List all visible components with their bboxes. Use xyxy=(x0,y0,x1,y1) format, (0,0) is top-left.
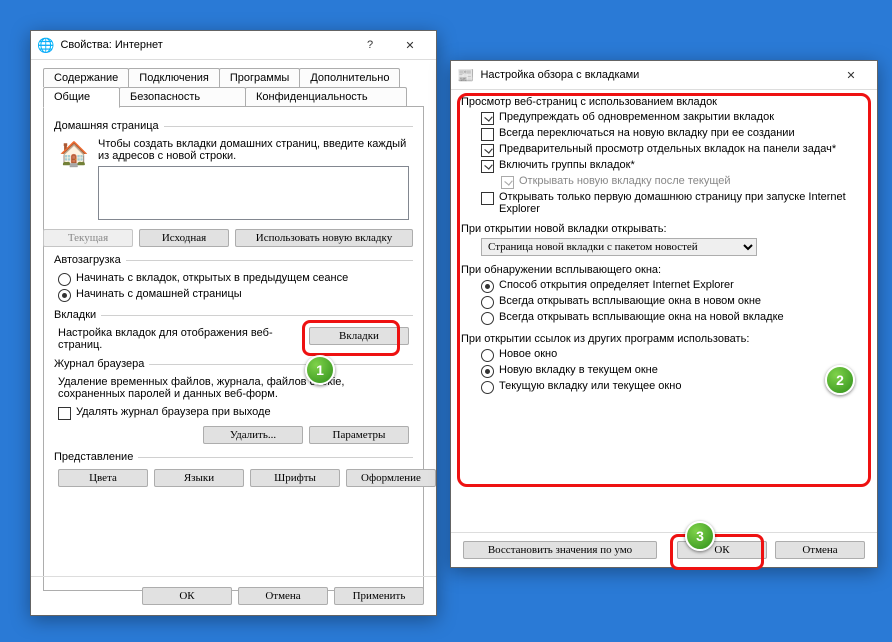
tab-general[interactable]: Общие xyxy=(43,87,120,108)
history-desc: Удаление временных файлов, журнала, файл… xyxy=(58,376,409,400)
radio-links-newwin[interactable]: Новое окно xyxy=(481,348,867,362)
btn-history-params[interactable]: Параметры xyxy=(309,426,409,444)
annotation-marker-1: 1 xyxy=(305,355,335,385)
btn-default-page[interactable]: Исходная xyxy=(139,229,229,247)
radio-popup-ie[interactable]: Способ открытия определяет Internet Expl… xyxy=(481,279,867,293)
radio-links-curwin[interactable]: Текущую вкладку или текущее окно xyxy=(481,380,867,394)
home-icon: 🏠 xyxy=(58,138,90,170)
tab-privacy[interactable]: Конфиденциальность xyxy=(245,87,407,107)
tab-content[interactable]: Содержание xyxy=(43,68,129,87)
tab-advanced[interactable]: Дополнительно xyxy=(299,68,400,87)
btn-colors[interactable]: Цвета xyxy=(58,469,148,487)
internet-properties-window: 🌐 Свойства: Интернет ? ✕ Содержание Подк… xyxy=(30,30,437,616)
tabs-icon: 📰 xyxy=(457,67,474,84)
btn-restore-defaults[interactable]: Восстановить значения по умо xyxy=(463,541,657,559)
btn-current-page: Текущая xyxy=(43,229,133,247)
heading-browsing: Просмотр веб-страниц с использованием вк… xyxy=(461,96,867,108)
btn-cancel[interactable]: Отмена xyxy=(238,587,328,605)
chk-warn-close[interactable]: Предупреждать об одновременном закрытии … xyxy=(481,111,867,125)
chk-tab-groups[interactable]: Включить группы вкладок* xyxy=(481,159,867,173)
chk-delete-on-exit[interactable]: Удалять журнал браузера при выходе xyxy=(58,406,409,420)
heading-newtab: При открытии новой вкладки открывать: xyxy=(461,223,867,235)
close-button[interactable]: ✕ xyxy=(390,31,430,59)
titlebar: 🌐 Свойства: Интернет ? ✕ xyxy=(31,31,436,60)
help-button[interactable]: ? xyxy=(350,31,390,59)
homepage-input[interactable] xyxy=(98,166,409,220)
btn-apply[interactable]: Применить xyxy=(334,587,424,605)
btn-use-newtab[interactable]: Использовать новую вкладку xyxy=(235,229,413,247)
tabbed-browsing-settings-window: 📰 Настройка обзора с вкладками ✕ Просмот… xyxy=(450,60,878,568)
tab-programs[interactable]: Программы xyxy=(219,68,300,87)
window-title: Свойства: Интернет xyxy=(60,39,350,51)
group-presentation-title: Представление xyxy=(54,451,138,463)
btn-accessibility[interactable]: Оформление xyxy=(346,469,436,487)
homepage-desc: Чтобы создать вкладки домашних страниц, … xyxy=(98,138,409,162)
group-homepage-title: Домашняя страница xyxy=(54,120,164,132)
group-history-title: Журнал браузера xyxy=(54,358,149,370)
chk-only-first-home[interactable]: Открывать только первую домашнюю страниц… xyxy=(481,191,867,215)
chk-taskbar-previews[interactable]: Предварительный просмотр отдельных вклад… xyxy=(481,143,867,157)
tab-security[interactable]: Безопасность xyxy=(119,87,246,107)
radio-popup-newwin[interactable]: Всегда открывать всплывающие окна в ново… xyxy=(481,295,867,309)
radio-start-lasttabs[interactable]: Начинать с вкладок, открытых в предыдуще… xyxy=(58,272,409,286)
btn-cancel[interactable]: Отмена xyxy=(775,541,865,559)
heading-links: При открытии ссылок из других программ и… xyxy=(461,333,867,345)
group-startup-title: Автозагрузка xyxy=(54,254,126,266)
radio-links-curtab[interactable]: Новую вкладку в текущем окне xyxy=(481,364,867,378)
select-newtab-page[interactable]: Страница новой вкладки с пакетом новосте… xyxy=(481,238,757,256)
tab-connections[interactable]: Подключения xyxy=(128,68,220,87)
group-presentation: Представление Цвета Языки Шрифты Оформле… xyxy=(54,451,413,487)
btn-fonts[interactable]: Шрифты xyxy=(250,469,340,487)
btn-ok[interactable]: ОК xyxy=(142,587,232,605)
window-title: Настройка обзора с вкладками xyxy=(480,69,831,81)
tabs-desc: Настройка вкладок для отображения веб-ст… xyxy=(58,327,299,351)
tab-area: Содержание Подключения Программы Дополни… xyxy=(31,60,436,591)
radio-popup-newtab[interactable]: Всегда открывать всплывающие окна на нов… xyxy=(481,311,867,325)
annotation-marker-3: 3 xyxy=(685,521,715,551)
annotation-marker-2: 2 xyxy=(825,365,855,395)
btn-tabs-settings[interactable]: Вкладки xyxy=(309,327,409,345)
chk-open-after-current: Открывать новую вкладку после текущей xyxy=(501,175,867,189)
close-button[interactable]: ✕ xyxy=(831,61,871,89)
group-tabs-title: Вкладки xyxy=(54,309,101,321)
titlebar: 📰 Настройка обзора с вкладками ✕ xyxy=(451,61,877,90)
chk-switch-newtab[interactable]: Всегда переключаться на новую вкладку пр… xyxy=(481,127,867,141)
group-startup: Автозагрузка Начинать с вкладок, открыты… xyxy=(54,254,413,302)
group-homepage: Домашняя страница 🏠 Чтобы создать вкладк… xyxy=(54,120,413,247)
dialog-footer: ОК Отмена Применить xyxy=(31,576,436,615)
settings-pane: Просмотр веб-страниц с использованием вк… xyxy=(451,90,877,532)
group-tabs: Вкладки Настройка вкладок для отображени… xyxy=(54,309,413,351)
heading-popup: При обнаружении всплывающего окна: xyxy=(461,264,867,276)
btn-languages[interactable]: Языки xyxy=(154,469,244,487)
btn-history-delete[interactable]: Удалить... xyxy=(203,426,303,444)
radio-start-homepage[interactable]: Начинать с домашней страницы xyxy=(58,288,409,302)
dialog-footer: Восстановить значения по умо ОК Отмена xyxy=(451,532,877,567)
globe-icon: 🌐 xyxy=(37,37,54,54)
tab-content-general: Домашняя страница 🏠 Чтобы создать вкладк… xyxy=(43,106,424,591)
group-history: Журнал браузера Удаление временных файло… xyxy=(54,358,413,444)
